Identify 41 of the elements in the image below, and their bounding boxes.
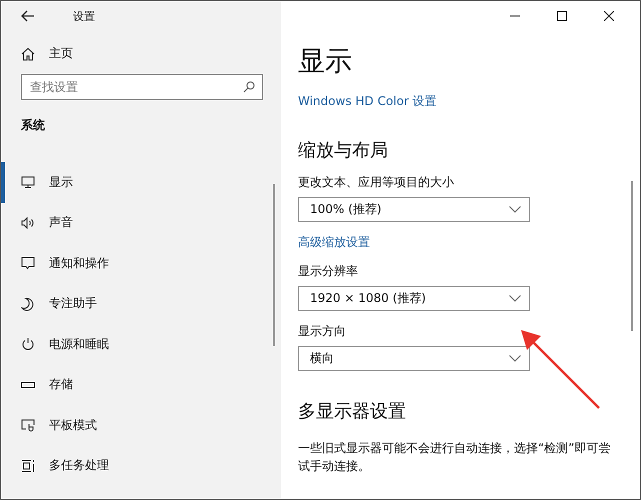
field-label: 更改文本、应用等项目的大小 <box>298 174 454 191</box>
section-heading: 多显示器设置 <box>298 400 406 423</box>
field-label: 显示方向 <box>298 323 346 340</box>
chevron-down-icon <box>509 206 521 213</box>
scrollbar[interactable] <box>273 184 275 346</box>
storage-icon <box>21 382 35 388</box>
close-icon[interactable] <box>604 11 614 21</box>
chevron-down-icon <box>509 355 521 362</box>
field-label: 显示分辨率 <box>298 263 358 280</box>
message-icon <box>21 256 35 270</box>
dropdown[interactable]: 100% (推荐) <box>298 197 530 222</box>
window-title: 设置 <box>73 8 95 24</box>
advanced-scaling-link[interactable]: 高级缩放设置 <box>298 234 370 251</box>
home-icon <box>21 46 35 60</box>
section-heading: 系统 <box>21 117 45 134</box>
search-icon <box>243 81 255 93</box>
maximize-icon[interactable] <box>557 11 567 21</box>
monitor-icon <box>21 175 35 190</box>
scrollbar[interactable] <box>631 181 633 331</box>
tablet-icon <box>21 418 35 432</box>
sidebar-item[interactable]: 电源和睡眠 <box>1 324 281 364</box>
chevron-down-icon <box>509 295 521 302</box>
sidebar-item[interactable]: 通知和操作 <box>1 243 281 284</box>
sidebar-item[interactable]: 声音 <box>1 202 281 243</box>
sidebar-item[interactable]: 存储 <box>1 364 281 405</box>
home-link[interactable]: 主页 <box>21 45 73 62</box>
hd-color-link[interactable]: Windows HD Color 设置 <box>298 93 437 110</box>
dropdown[interactable]: 横向 <box>298 346 530 371</box>
speaker-icon <box>21 216 35 230</box>
moon-icon <box>21 296 35 311</box>
back-arrow-icon[interactable] <box>21 10 35 22</box>
section-heading: 缩放与布局 <box>298 139 388 162</box>
page-title: 显示 <box>298 45 352 79</box>
description-text: 一些旧式显示器可能不会进行自动连接，选择“检测”即可尝试手动连接。 <box>298 440 612 475</box>
sidebar-item[interactable]: 平板模式 <box>1 405 281 446</box>
power-icon <box>21 337 35 352</box>
sidebar-item[interactable]: 多任务处理 <box>1 446 281 486</box>
sidebar-item[interactable]: 专注助手 <box>1 284 281 324</box>
multitask-icon <box>21 458 35 473</box>
search-field[interactable]: 查找设置 <box>21 74 263 100</box>
dropdown[interactable]: 1920 × 1080 (推荐) <box>298 286 530 311</box>
